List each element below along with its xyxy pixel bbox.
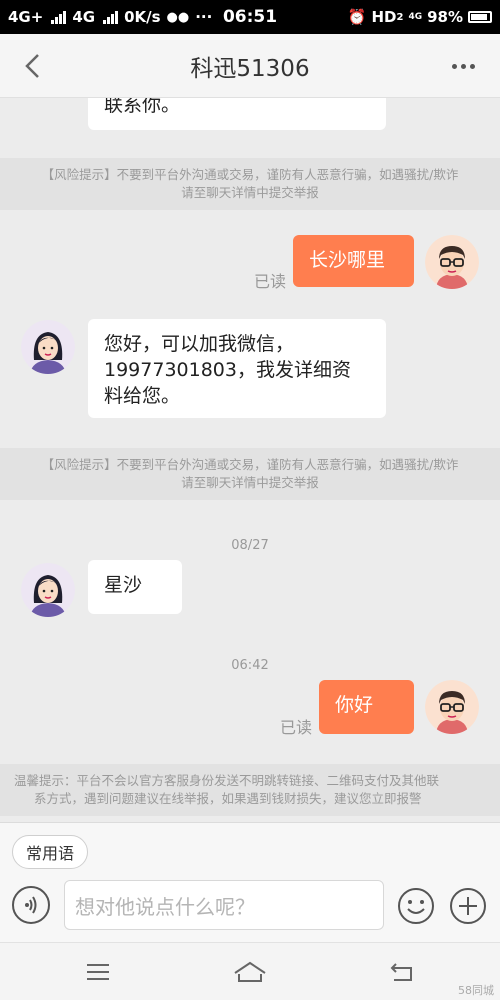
message-bubble-sent[interactable]: 长沙哪里 xyxy=(293,235,414,287)
message-bubble-received-top[interactable]: 联系你。 xyxy=(88,98,386,130)
common-phrases-button[interactable]: 常用语 xyxy=(12,835,89,869)
more-dots: ··· xyxy=(195,8,213,26)
contact-avatar[interactable] xyxy=(21,320,75,374)
voice-button[interactable] xyxy=(12,886,50,924)
message-text: 你好 xyxy=(335,694,374,716)
risk-notice-line-2: 请至聊天详情中提交举报 xyxy=(181,475,319,490)
message-text-line-2: 19977301803，我发详细资 xyxy=(104,359,351,381)
chevron-left-icon xyxy=(25,54,39,78)
watermark: 58同城 xyxy=(458,984,494,997)
user-avatar[interactable] xyxy=(425,680,479,734)
risk-notice-line-1: 【风险提示】不要到平台外沟通或交易，谨防有人恶意行骗，如遇骚扰/欺诈 xyxy=(41,167,459,182)
risk-notice-line-1: 【风险提示】不要到平台外沟通或交易，谨防有人恶意行骗，如遇骚扰/欺诈 xyxy=(41,457,459,472)
hd-sub: 2 xyxy=(396,11,404,23)
network-small: 4G xyxy=(408,12,423,22)
warm-notice-line-2: 系方式，遇到问题建议在线举报，如果遇到钱财损失，建议您立即报警 xyxy=(34,791,422,806)
message-text: 星沙 xyxy=(104,574,143,596)
back-nav-icon[interactable] xyxy=(388,960,416,984)
message-bubble-sent[interactable]: 你好 xyxy=(319,680,414,734)
date-separator: 08/27 xyxy=(231,538,269,553)
wechat-icon: ●● xyxy=(166,9,190,25)
message-text: 联系你。 xyxy=(104,98,181,116)
message-text-line-1: 您好，可以加我微信， xyxy=(104,333,295,355)
more-options-button[interactable] xyxy=(448,52,478,80)
risk-notice-line-2: 请至聊天详情中提交举报 xyxy=(181,185,319,200)
system-nav-bar: 58同城 xyxy=(0,942,500,1000)
message-text: 长沙哪里 xyxy=(309,249,386,271)
read-receipt: 已读 xyxy=(254,272,287,291)
risk-notice: 【风险提示】不要到平台外沟通或交易，谨防有人恶意行骗，如遇骚扰/欺诈 请至聊天详… xyxy=(0,448,500,500)
home-icon[interactable] xyxy=(232,960,268,984)
battery-percent: 98% xyxy=(427,8,463,26)
input-area: 常用语 想对他说点什么呢？ xyxy=(0,822,500,942)
message-bubble-received[interactable]: 您好，可以加我微信， 19977301803，我发详细资 料给您。 xyxy=(88,319,386,418)
voice-icon xyxy=(25,896,37,914)
network-type-1: 4G+ xyxy=(8,8,44,26)
page-title: 科迅51306 xyxy=(190,55,310,82)
warm-notice-line-1: 温馨提示：平台不会以官方客服身份发送不明跳转链接、二维码支付及其他联 xyxy=(14,773,440,788)
chat-header: 科迅51306 xyxy=(0,34,500,98)
menu-icon[interactable] xyxy=(84,960,112,984)
chat-area[interactable]: 联系你。 【风险提示】不要到平台外沟通或交易，谨防有人恶意行骗，如遇骚扰/欺诈 … xyxy=(0,98,500,822)
message-bubble-received[interactable]: 星沙 xyxy=(88,560,182,614)
risk-notice: 【风险提示】不要到平台外沟通或交易，谨防有人恶意行骗，如遇骚扰/欺诈 请至聊天详… xyxy=(0,158,500,210)
alarm-icon: ⏰ xyxy=(347,8,367,26)
back-button[interactable] xyxy=(18,52,46,80)
message-input[interactable]: 想对他说点什么呢？ xyxy=(64,880,384,930)
plus-button[interactable] xyxy=(449,887,487,925)
message-text-line-3: 料给您。 xyxy=(104,385,181,407)
warm-notice: 温馨提示：平台不会以官方客服身份发送不明跳转链接、二维码支付及其他联 系方式，遇… xyxy=(0,764,500,816)
user-avatar[interactable] xyxy=(425,235,479,289)
contact-avatar[interactable] xyxy=(21,563,75,617)
read-receipt: 已读 xyxy=(280,718,313,737)
signal-icon xyxy=(51,10,67,24)
network-type-2: 4G xyxy=(72,8,96,26)
status-bar: 4G+ 4G 0K/s ●● ··· 06:51 ⏰ HD 2 4G 98% xyxy=(0,0,500,34)
battery-icon xyxy=(468,11,492,23)
signal-icon-2 xyxy=(103,10,119,24)
data-speed: 0K/s xyxy=(124,8,161,26)
emoji-button[interactable] xyxy=(397,887,435,925)
hd-label: HD xyxy=(371,8,397,26)
date-separator: 06:42 xyxy=(231,658,269,673)
